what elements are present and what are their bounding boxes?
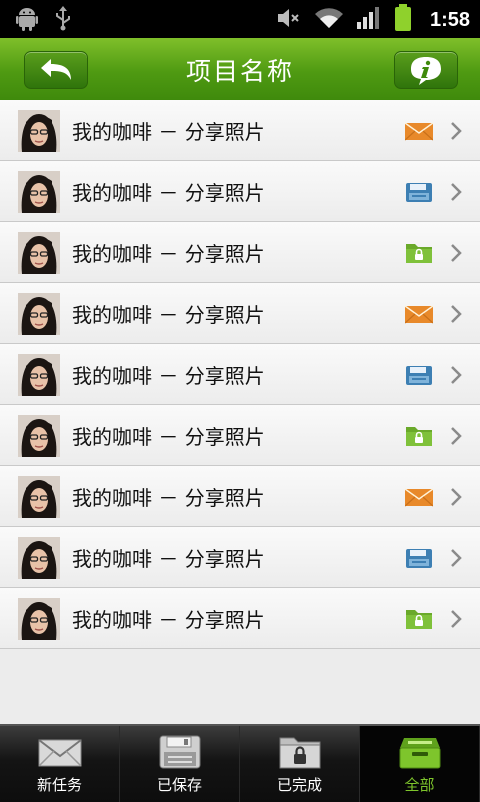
- locked-folder-icon: [278, 734, 322, 770]
- title-bar: 项目名称: [0, 38, 480, 101]
- tab-locked-folder[interactable]: 已完成: [240, 726, 360, 802]
- list-item-label: 我的咖啡 － 分享照片: [72, 364, 265, 388]
- usb-icon: [54, 6, 72, 36]
- avatar: [18, 293, 60, 335]
- floppy-icon: [405, 363, 433, 387]
- tab-label: 已完成: [276, 776, 322, 794]
- list-item-label: 我的咖啡 － 分享照片: [72, 242, 265, 266]
- locked-folder-icon: [405, 607, 433, 631]
- inbox-tray-icon: [398, 734, 442, 770]
- tab-inbox-tray[interactable]: 全部: [360, 726, 480, 802]
- list-item[interactable]: 我的咖啡 － 分享照片: [0, 527, 480, 588]
- info-button[interactable]: [394, 51, 458, 89]
- floppy-icon: [158, 734, 202, 770]
- list-item-label: 我的咖啡 － 分享照片: [72, 547, 265, 571]
- list-item[interactable]: 我的咖啡 － 分享照片: [0, 222, 480, 283]
- chevron-right-icon: [449, 425, 463, 447]
- chevron-right-icon: [449, 242, 463, 264]
- floppy-icon: [405, 546, 433, 570]
- list-item-label: 我的咖啡 － 分享照片: [72, 303, 265, 327]
- clock: 1:58: [429, 8, 470, 31]
- tab-mail[interactable]: 新任务: [0, 726, 120, 802]
- avatar: [18, 110, 60, 152]
- mail-icon: [38, 734, 82, 770]
- list-item[interactable]: 我的咖啡 － 分享照片: [0, 283, 480, 344]
- locked-folder-icon: [405, 241, 433, 265]
- avatar: [18, 537, 60, 579]
- tab-floppy[interactable]: 已保存: [120, 726, 240, 802]
- bottom-tab-bar: 新任务 已保存 已完成 全部: [0, 724, 480, 802]
- signal-icon: [356, 6, 382, 34]
- wifi-icon: [314, 6, 344, 34]
- mail-icon: [404, 485, 434, 509]
- chevron-right-icon: [449, 120, 463, 142]
- chevron-right-icon: [449, 364, 463, 386]
- tab-label: 全部: [404, 776, 435, 794]
- battery-icon: [394, 4, 412, 36]
- tab-label: 新任务: [36, 776, 82, 794]
- mail-icon: [404, 302, 434, 326]
- chevron-right-icon: [449, 486, 463, 508]
- list-item[interactable]: 我的咖啡 － 分享照片: [0, 344, 480, 405]
- list-item-label: 我的咖啡 － 分享照片: [72, 425, 265, 449]
- list-item[interactable]: 我的咖啡 － 分享照片: [0, 100, 480, 161]
- chevron-right-icon: [449, 547, 463, 569]
- mail-icon: [404, 119, 434, 143]
- list-item-label: 我的咖啡 － 分享照片: [72, 608, 265, 632]
- avatar: [18, 232, 60, 274]
- list-item[interactable]: 我的咖啡 － 分享照片: [0, 405, 480, 466]
- task-list: 我的咖啡 － 分享照片 我的咖啡 － 分享照片 我的咖啡 － 分享照片 我的咖啡 － …: [0, 100, 480, 649]
- avatar: [18, 476, 60, 518]
- avatar: [18, 415, 60, 457]
- list-item-label: 我的咖啡 － 分享照片: [72, 181, 265, 205]
- locked-folder-icon: [405, 424, 433, 448]
- android-icon: [16, 7, 38, 35]
- chevron-right-icon: [449, 181, 463, 203]
- tab-label: 已保存: [156, 776, 202, 794]
- list-item[interactable]: 我的咖啡 － 分享照片: [0, 161, 480, 222]
- chevron-right-icon: [449, 608, 463, 630]
- list-item[interactable]: 我的咖啡 － 分享照片: [0, 466, 480, 527]
- avatar: [18, 598, 60, 640]
- avatar: [18, 171, 60, 213]
- list-item[interactable]: 我的咖啡 － 分享照片: [0, 588, 480, 649]
- list-item-label: 我的咖啡 － 分享照片: [72, 120, 265, 144]
- chevron-right-icon: [449, 303, 463, 325]
- mute-icon: [276, 6, 302, 34]
- status-bar: 1:58: [0, 0, 480, 38]
- floppy-icon: [405, 180, 433, 204]
- list-item-label: 我的咖啡 － 分享照片: [72, 486, 265, 510]
- avatar: [18, 354, 60, 396]
